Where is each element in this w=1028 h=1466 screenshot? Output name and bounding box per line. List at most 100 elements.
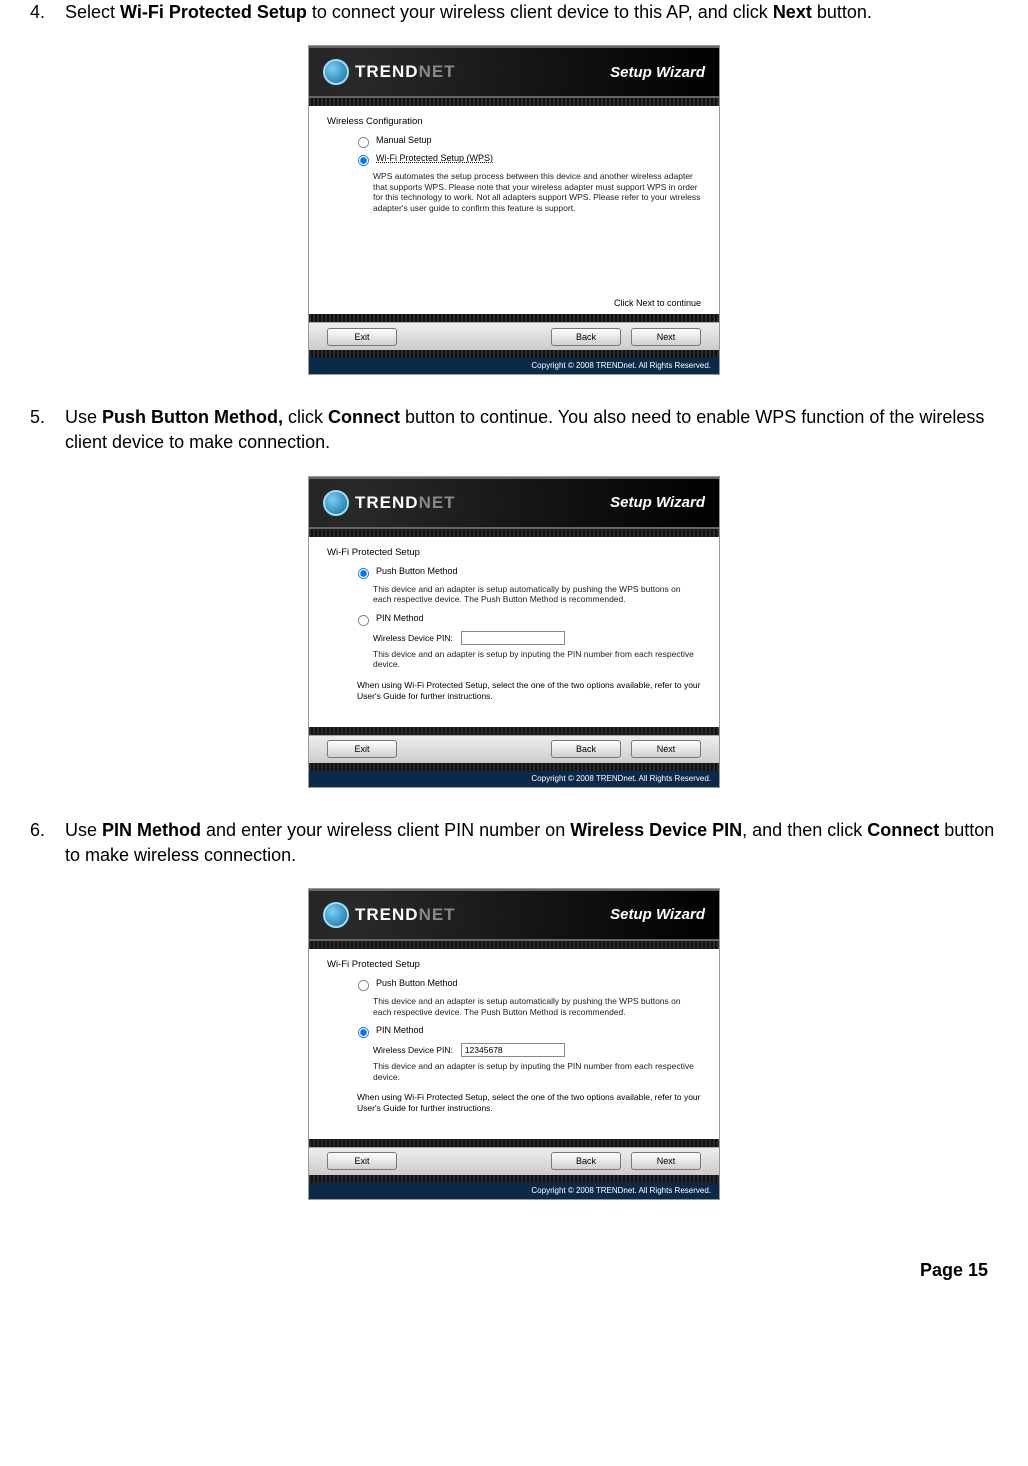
globe-icon xyxy=(323,59,349,85)
option-label: PIN Method xyxy=(376,1025,424,1035)
step-body: Use Push Button Method, click Connect bu… xyxy=(65,405,998,455)
radio-wps[interactable] xyxy=(358,155,369,166)
divider xyxy=(309,763,719,771)
option-wps[interactable]: Wi-Fi Protected Setup (WPS) xyxy=(357,153,701,167)
next-button[interactable]: Next xyxy=(631,1152,701,1170)
pin-label: Wireless Device PIN: xyxy=(373,633,453,643)
screenshot-3: TRENDNET Setup Wizard Wi-Fi Protected Se… xyxy=(308,888,720,1200)
divider xyxy=(309,529,719,537)
option-label: Push Button Method xyxy=(376,978,458,988)
divider xyxy=(309,1175,719,1183)
step-4-text: 4. Select Wi-Fi Protected Setup to conne… xyxy=(30,0,998,25)
text: Select xyxy=(65,2,120,22)
radio-push-button[interactable] xyxy=(358,980,369,991)
divider xyxy=(309,941,719,949)
divider xyxy=(309,350,719,358)
wizard-title: Setup Wizard xyxy=(610,494,705,511)
option-label: Wi-Fi Protected Setup (WPS) xyxy=(376,153,493,163)
next-button[interactable]: Next xyxy=(631,740,701,758)
wizard-title: Setup Wizard xyxy=(610,906,705,923)
pin-input[interactable] xyxy=(461,1043,565,1057)
text: click xyxy=(283,407,328,427)
text: to connect your wireless client device t… xyxy=(307,2,773,22)
option-description: This device and an adapter is setup by i… xyxy=(373,1061,701,1082)
step-number: 5. xyxy=(30,405,60,430)
pin-row: Wireless Device PIN: xyxy=(373,631,701,645)
option-pin[interactable]: PIN Method xyxy=(357,1025,701,1039)
step-5: 5. Use Push Button Method, click Connect… xyxy=(30,405,998,787)
bold: Connect xyxy=(328,407,400,427)
globe-icon xyxy=(323,902,349,928)
pin-input[interactable] xyxy=(461,631,565,645)
back-button[interactable]: Back xyxy=(551,740,621,758)
note-text: When using Wi-Fi Protected Setup, select… xyxy=(357,680,701,701)
divider xyxy=(309,314,719,322)
option-label: Push Button Method xyxy=(376,566,458,576)
wizard-header: TRENDNET Setup Wizard xyxy=(309,889,719,941)
next-button[interactable]: Next xyxy=(631,328,701,346)
step-body: Use PIN Method and enter your wireless c… xyxy=(65,818,998,868)
radio-manual[interactable] xyxy=(358,137,369,148)
option-description: This device and an adapter is setup by i… xyxy=(373,649,701,670)
wizard-body: Wi-Fi Protected Setup Push Button Method… xyxy=(309,949,719,1139)
brand-part1: TREND xyxy=(355,62,419,81)
note-text: When using Wi-Fi Protected Setup, select… xyxy=(357,1092,701,1113)
brand: TRENDNET xyxy=(323,490,456,516)
section-heading: Wireless Configuration xyxy=(327,116,701,127)
copyright: Copyright © 2008 TRENDnet. All Rights Re… xyxy=(309,1183,719,1199)
option-pin[interactable]: PIN Method xyxy=(357,613,701,627)
radio-pin[interactable] xyxy=(358,615,369,626)
nav-buttons: Back Next xyxy=(551,328,701,346)
brand: TRENDNET xyxy=(323,59,456,85)
text: Use xyxy=(65,407,102,427)
step-number: 6. xyxy=(30,818,60,843)
option-push-button[interactable]: Push Button Method xyxy=(357,566,701,580)
wizard-header: TRENDNET Setup Wizard xyxy=(309,477,719,529)
page-number: Page 15 xyxy=(30,1260,998,1281)
screenshot-2: TRENDNET Setup Wizard Wi-Fi Protected Se… xyxy=(308,476,720,788)
divider xyxy=(309,727,719,735)
brand-part2: NET xyxy=(419,905,456,924)
pin-label: Wireless Device PIN: xyxy=(373,1045,453,1055)
bold: PIN Method xyxy=(102,820,201,840)
wizard-title: Setup Wizard xyxy=(610,64,705,81)
divider xyxy=(309,1139,719,1147)
text: Use xyxy=(65,820,102,840)
bold: Wi-Fi Protected Setup xyxy=(120,2,307,22)
back-button[interactable]: Back xyxy=(551,1152,621,1170)
back-button[interactable]: Back xyxy=(551,328,621,346)
brand-part1: TREND xyxy=(355,905,419,924)
nav-buttons: Back Next xyxy=(551,1152,701,1170)
wizard-footer: Exit Back Next xyxy=(309,735,719,763)
option-manual-setup[interactable]: Manual Setup xyxy=(357,135,701,149)
copyright: Copyright © 2008 TRENDnet. All Rights Re… xyxy=(309,771,719,787)
option-description: WPS automates the setup process between … xyxy=(373,171,701,214)
exit-button[interactable]: Exit xyxy=(327,740,397,758)
radio-push-button[interactable] xyxy=(358,568,369,579)
exit-button[interactable]: Exit xyxy=(327,1152,397,1170)
section-heading: Wi-Fi Protected Setup xyxy=(327,959,701,970)
option-description: This device and an adapter is setup auto… xyxy=(373,584,701,605)
text: , and then click xyxy=(742,820,867,840)
option-label: PIN Method xyxy=(376,613,424,623)
nav-buttons: Back Next xyxy=(551,740,701,758)
step-6: 6. Use PIN Method and enter your wireles… xyxy=(30,818,998,1200)
brand: TRENDNET xyxy=(323,902,456,928)
brand-text: TRENDNET xyxy=(355,62,456,82)
bold: Push Button Method, xyxy=(102,407,283,427)
step-6-text: 6. Use PIN Method and enter your wireles… xyxy=(30,818,998,868)
step-number: 4. xyxy=(30,0,60,25)
step-4: 4. Select Wi-Fi Protected Setup to conne… xyxy=(30,0,998,375)
globe-icon xyxy=(323,490,349,516)
pin-row: Wireless Device PIN: xyxy=(373,1043,701,1057)
wizard-header: TRENDNET Setup Wizard xyxy=(309,46,719,98)
wizard-body: Wireless Configuration Manual Setup Wi-F… xyxy=(309,106,719,296)
divider xyxy=(309,98,719,106)
text: button. xyxy=(812,2,872,22)
radio-pin[interactable] xyxy=(358,1027,369,1038)
exit-button[interactable]: Exit xyxy=(327,328,397,346)
wizard-footer: Exit Back Next xyxy=(309,1147,719,1175)
option-push-button[interactable]: Push Button Method xyxy=(357,978,701,992)
brand-text: TRENDNET xyxy=(355,905,456,925)
copyright: Copyright © 2008 TRENDnet. All Rights Re… xyxy=(309,358,719,374)
